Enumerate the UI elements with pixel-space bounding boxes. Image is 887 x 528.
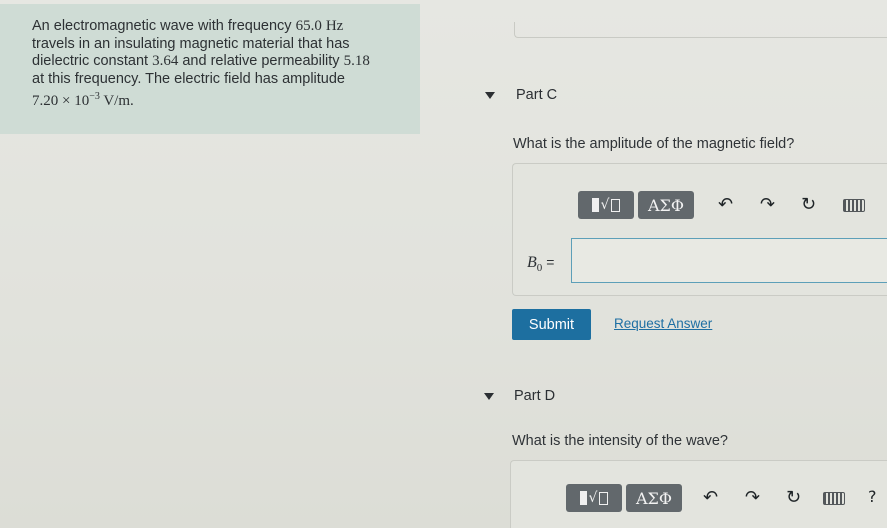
submit-button[interactable]: Submit xyxy=(512,309,591,340)
answer-variable-label: B0 = xyxy=(527,254,555,275)
problem-line-2: travels in an insulating magnetic materi… xyxy=(32,35,350,52)
templates-button[interactable]: √ xyxy=(566,484,622,512)
problem-line-4: at this frequency. The electric field ha… xyxy=(32,70,345,87)
radical-icon: √ xyxy=(600,197,610,213)
reset-icon[interactable]: ↻ xyxy=(801,196,816,214)
keyboard-icon[interactable] xyxy=(843,199,865,212)
part-c-title[interactable]: Part C xyxy=(516,87,557,103)
problem-statement: An electromagnetic wave with frequency 6… xyxy=(0,4,420,134)
keyboard-icon[interactable] xyxy=(823,492,845,505)
part-d-question: What is the intensity of the wave? xyxy=(512,433,728,449)
template-box-icon xyxy=(611,198,621,212)
help-icon[interactable]: ? xyxy=(868,488,877,506)
request-answer-link[interactable]: Request Answer xyxy=(614,316,712,331)
collapse-caret-icon[interactable] xyxy=(485,92,495,99)
undo-icon[interactable]: ↶ xyxy=(703,489,718,507)
redo-icon[interactable]: ↷ xyxy=(760,196,775,214)
template-box-icon xyxy=(599,491,609,505)
redo-icon[interactable]: ↷ xyxy=(745,489,760,507)
problem-line-5: 7.20 × 10−3 V/m. xyxy=(32,91,134,109)
collapse-caret-icon[interactable] xyxy=(484,393,494,400)
problem-line-1: An electromagnetic wave with frequency 6… xyxy=(32,18,344,34)
template-square-icon xyxy=(591,198,599,212)
part-d-title[interactable]: Part D xyxy=(514,388,555,404)
radical-icon: √ xyxy=(588,490,598,506)
template-square-icon xyxy=(579,491,587,505)
previous-answer-box-edge xyxy=(514,22,887,38)
greek-symbols-button[interactable]: ΑΣΦ xyxy=(638,191,694,219)
answer-input[interactable] xyxy=(571,238,887,283)
greek-symbols-button[interactable]: ΑΣΦ xyxy=(626,484,682,512)
part-c-question: What is the amplitude of the magnetic fi… xyxy=(513,136,795,152)
problem-line-3: dielectric constant 3.64 and relative pe… xyxy=(32,53,370,69)
reset-icon[interactable]: ↻ xyxy=(786,489,801,507)
templates-button[interactable]: √ xyxy=(578,191,634,219)
undo-icon[interactable]: ↶ xyxy=(718,196,733,214)
